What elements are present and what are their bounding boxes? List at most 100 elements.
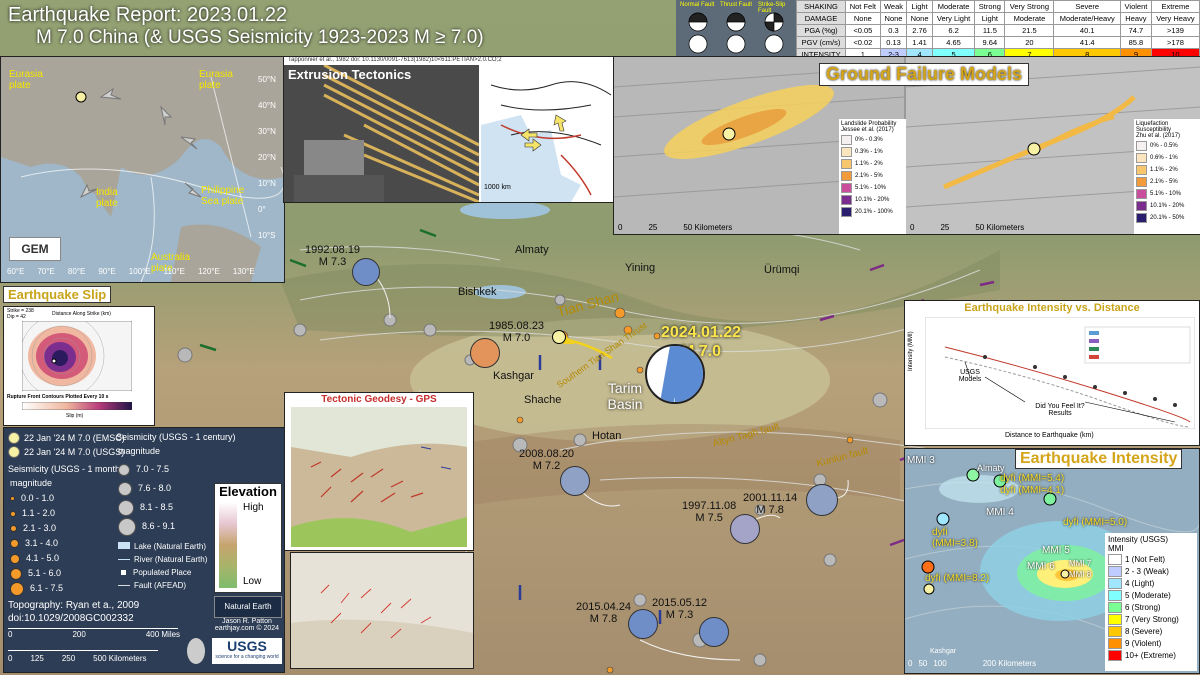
eqi-legend-item: 6 (Strong)	[1108, 602, 1194, 613]
eqi-legend-title: Intensity (USGS)	[1108, 535, 1169, 544]
extrusion-sketch	[481, 65, 614, 202]
ground-failure-legend-item: 20.1% - 50%	[1136, 213, 1199, 223]
main-event-epicenter-emsc[interactable]	[552, 330, 566, 344]
int-vs-dist-ann2: Did You Feel It? Results	[1035, 403, 1085, 417]
eq-intensity-legend: Intensity (USGS) MMI 1 (Not Felt) 2 - 3 (…	[1105, 533, 1197, 671]
ground-failure-legend-item: 20.1% - 100%	[841, 207, 904, 217]
legend-magnitude-century: magnitude	[118, 446, 161, 456]
legend-swatch	[841, 171, 852, 181]
month-mag-marker	[10, 510, 16, 517]
legend-swatch	[1108, 578, 1122, 589]
eq-intensity-panel[interactable]: MMI 3 MMI 4 MMI 5 MMI 6 MMI 7 MMI 8 dyfi…	[904, 448, 1200, 674]
hist-1985-focal-mechanism[interactable]	[470, 338, 500, 368]
legend-swatch	[841, 195, 852, 205]
eqi-legend-item: 4 (Light)	[1108, 578, 1194, 589]
legend-swatch	[1136, 177, 1147, 187]
eqi-legend-item: 2 - 3 (Weak)	[1108, 566, 1194, 577]
topo-doi: doi:10.1029/2008GC002332	[8, 613, 134, 624]
eqi-legend-sub: MMI	[1108, 544, 1124, 553]
north-arrow-icon	[187, 638, 205, 664]
main-event-focal-mechanism[interactable]	[645, 344, 705, 404]
hist-2015-05-focal-mechanism[interactable]	[699, 617, 729, 647]
int-vs-dist-xlabel: Distance to Earthquake (km)	[1005, 432, 1094, 439]
row-damage: DAMAGE None None None Very Light Light Moderat…	[796, 12, 1200, 25]
ground-failure-legend-item: 5.1% - 10%	[841, 183, 904, 193]
liquefaction-legend-source: Zhu et al. (2017)	[1136, 133, 1181, 139]
int-vs-dist-ylabel: Intensity (MMI)	[908, 331, 914, 371]
extrusion-panel[interactable]: Tapponnier et al., 1982 doi: 10.1130/009…	[283, 56, 615, 203]
hist-2001-focal-mechanism[interactable]	[806, 484, 838, 516]
eqi-legend-item: 1 (Not Felt)	[1108, 554, 1194, 565]
topo-credit: Topography: Ryan et a., 2009	[8, 600, 140, 611]
hist-1992: 1992.08.19 M 7.3	[305, 244, 361, 268]
intensity-table: SHAKING Not Felt Weak Light Moderate Strong Ve…	[796, 0, 1200, 61]
author-credit: Jason R. Patton earthjay.com © 2024	[214, 618, 280, 632]
elevation-low: Low	[243, 576, 262, 587]
legend-swatch	[841, 147, 852, 157]
city-kashgar: Kashgar	[493, 370, 534, 382]
eqi-legend-item: 8 (Severe)	[1108, 626, 1194, 637]
dyfi-4: dyfi (MMI=3.8)	[932, 527, 978, 549]
geodesy-panel[interactable]: Tectonic Geodesy - GPS	[284, 392, 474, 551]
month-mag-marker	[10, 553, 20, 564]
slip-colorbar	[22, 402, 132, 410]
hist-2001: 2001.11.14 M 7.8	[743, 492, 798, 516]
extrusion-title: Extrusion Tectonics	[288, 67, 412, 82]
eqi-legend-item: 9 (Violent)	[1108, 638, 1194, 649]
hist-1985: 1985.08.23 M 7.0	[489, 320, 545, 344]
dyfi-3: dyfi (MMI=5.0)	[1063, 517, 1128, 528]
hist-1992-focal-mechanism[interactable]	[352, 258, 380, 286]
mmi-3: MMI 3	[907, 455, 935, 466]
plate-eurasia-1: Eurasia plate	[9, 69, 43, 91]
eqi-legend-items: 1 (Not Felt) 2 - 3 (Weak) 4 (Light) 5 (Mode…	[1108, 554, 1194, 661]
legend-swatch	[1108, 650, 1122, 661]
row-shaking: SHAKING Not Felt Weak Light Moderate Strong Ve…	[796, 0, 1200, 13]
legend-panel: 22 Jan '24 M 7.0 (EMSC) 22 Jan '24 M 7.0…	[3, 427, 285, 673]
legend-swatch	[1136, 201, 1147, 211]
plate-india: India plate	[96, 187, 118, 209]
month-mag-marker	[10, 525, 17, 533]
legend-swatch	[841, 159, 852, 169]
ground-failure-legend-item: 0.3% - 1%	[841, 147, 904, 157]
slip-title: Earthquake Slip	[3, 286, 112, 303]
legend-swatch	[1136, 165, 1147, 175]
gem-logo: GEM	[9, 237, 61, 261]
legend-swatch	[1136, 213, 1147, 223]
row-pgv: PGV (cm/s) <0.02 0.13 1.41 4.65 9.64 20 41.4 85.…	[796, 36, 1200, 49]
legend-swatch	[841, 183, 852, 193]
city-hotan: Hotan	[592, 430, 622, 442]
geodesy-map-2	[291, 553, 473, 668]
geodesy-title: Tectonic Geodesy - GPS	[321, 394, 437, 405]
landslide-legend: Landslide Probability Jessee et al. (201…	[839, 119, 906, 234]
int-vs-dist-panel[interactable]: Earthquake Intensity vs. Distance Intens…	[904, 300, 1200, 446]
mmi-4: MMI 4	[986, 507, 1014, 518]
hist-2015-05: 2015.05.12 M 7.3	[652, 597, 708, 621]
tectonic-inset[interactable]: Eurasia plate Eurasia plate India plate …	[0, 56, 285, 283]
slip-model	[22, 321, 132, 391]
elevation-title: Elevation	[219, 484, 277, 499]
mmi-7: MMI 7	[1069, 559, 1092, 568]
century-mag-marker	[118, 499, 134, 516]
slip-panel[interactable]: Strike = 238 Dip = 42 Distance Along Str…	[3, 306, 155, 426]
eqi-city-kashgar: Kashgar	[930, 648, 957, 655]
mmi-6: MMI 6	[1027, 561, 1055, 572]
eqi-scale: 0 50 100 200 Kilometers	[908, 659, 1037, 668]
geodesy-panel-2[interactable]	[290, 552, 474, 669]
legend-emsc: 22 Jan '24 M 7.0 (EMSC)	[8, 432, 125, 444]
legend-swatch	[1108, 554, 1122, 565]
ground-failure-panel[interactable]: Ground Failure Models Landslide Probabil…	[613, 56, 1200, 235]
liquefaction-legend-title: Liquefaction Susceptibility	[1136, 121, 1172, 133]
century-mag-marker	[118, 517, 136, 536]
fault-type-thrust: Thrust Fault	[720, 2, 753, 8]
natural-earth-logo: Natural Earth	[214, 596, 282, 618]
liquefaction-legend: Liquefaction Susceptibility Zhu et al. (…	[1134, 119, 1200, 234]
scale-bar-miles	[8, 628, 178, 629]
century-mag-marker	[118, 463, 130, 476]
hist-2008-focal-mechanism[interactable]	[560, 466, 590, 496]
hist-1997-focal-mechanism[interactable]	[730, 514, 760, 544]
title-block: Earthquake Report: 2023.01.22 M 7.0 Chin…	[8, 4, 484, 49]
page-title: Earthquake Report: 2023.01.22	[8, 4, 288, 26]
legend-misc: Lake (Natural Earth) River (Natural Eart…	[118, 540, 207, 592]
dyfi-1: dyfi (MMI=5.4)	[1000, 473, 1065, 484]
lake-balkhash	[460, 201, 550, 219]
